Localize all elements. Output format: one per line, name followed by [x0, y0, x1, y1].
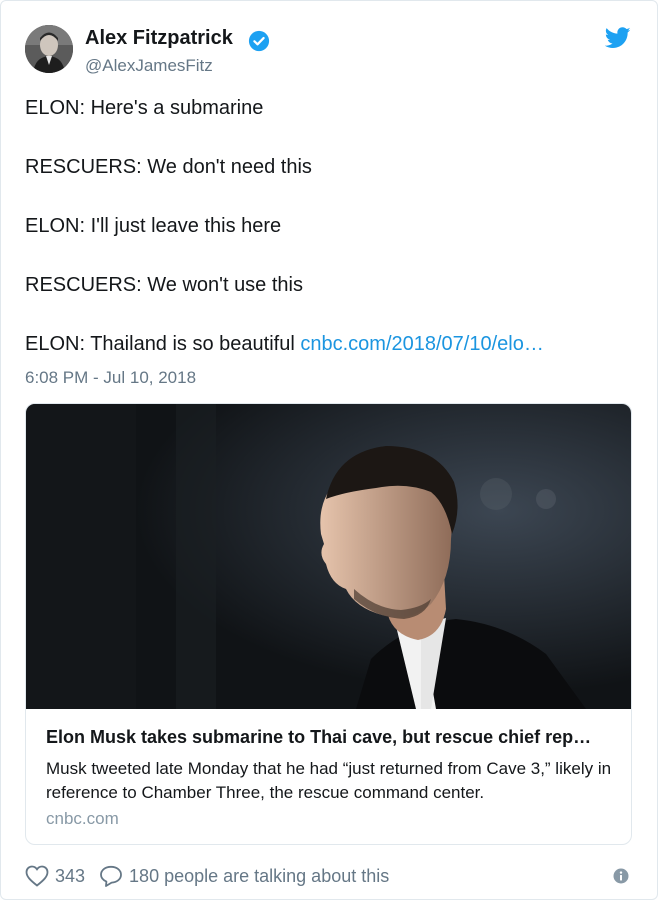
author-handle[interactable]: @AlexJamesFitz	[85, 56, 213, 76]
like-button[interactable]: 343	[25, 865, 85, 887]
tweet-actions: 343 180 people are talking about this	[25, 863, 389, 889]
card-title[interactable]: Elon Musk takes submarine to Thai cave, …	[46, 727, 616, 748]
tweet-text: ELON: Here's a submarine RESCUERS: We do…	[25, 96, 635, 356]
card-domain: cnbc.com	[46, 809, 119, 828]
heart-icon	[25, 865, 49, 887]
like-count: 343	[55, 865, 86, 886]
talking-count: 180 people are talking about this	[129, 865, 390, 886]
tweet-timestamp[interactable]: 6:08 PM - Jul 10, 2018	[25, 368, 196, 388]
info-icon[interactable]	[613, 868, 629, 884]
embedded-tweet: Alex Fitzpatrick @AlexJamesFitz ELON: He…	[0, 0, 658, 900]
twitter-bird-icon[interactable]	[605, 27, 631, 49]
tweet-line: ELON: I'll just leave this here	[25, 215, 282, 237]
tweet-line: RESCUERS: We won't use this	[25, 274, 303, 296]
tweet-link[interactable]: cnbc.com/2018/07/10/elo…	[300, 333, 544, 355]
tweet-line-with-link: ELON: Thailand is so beautiful cnbc.com/…	[25, 332, 635, 356]
tweet-line: ELON: Thailand is so beautiful	[25, 333, 295, 355]
conversation-button[interactable]: 180 people are talking about this	[99, 865, 389, 887]
link-preview-card[interactable]: Elon Musk takes submarine to Thai cave, …	[25, 403, 632, 845]
tweet-line: RESCUERS: We don't need this	[25, 156, 312, 178]
avatar[interactable]	[25, 25, 73, 73]
author-name[interactable]: Alex Fitzpatrick	[85, 27, 233, 50]
card-description: Musk tweeted late Monday that he had “ju…	[46, 759, 612, 802]
tweet-line: ELON: Here's a submarine	[25, 97, 264, 119]
speech-bubble-icon	[100, 865, 122, 887]
verified-badge-icon	[248, 30, 270, 52]
card-image	[26, 404, 631, 709]
